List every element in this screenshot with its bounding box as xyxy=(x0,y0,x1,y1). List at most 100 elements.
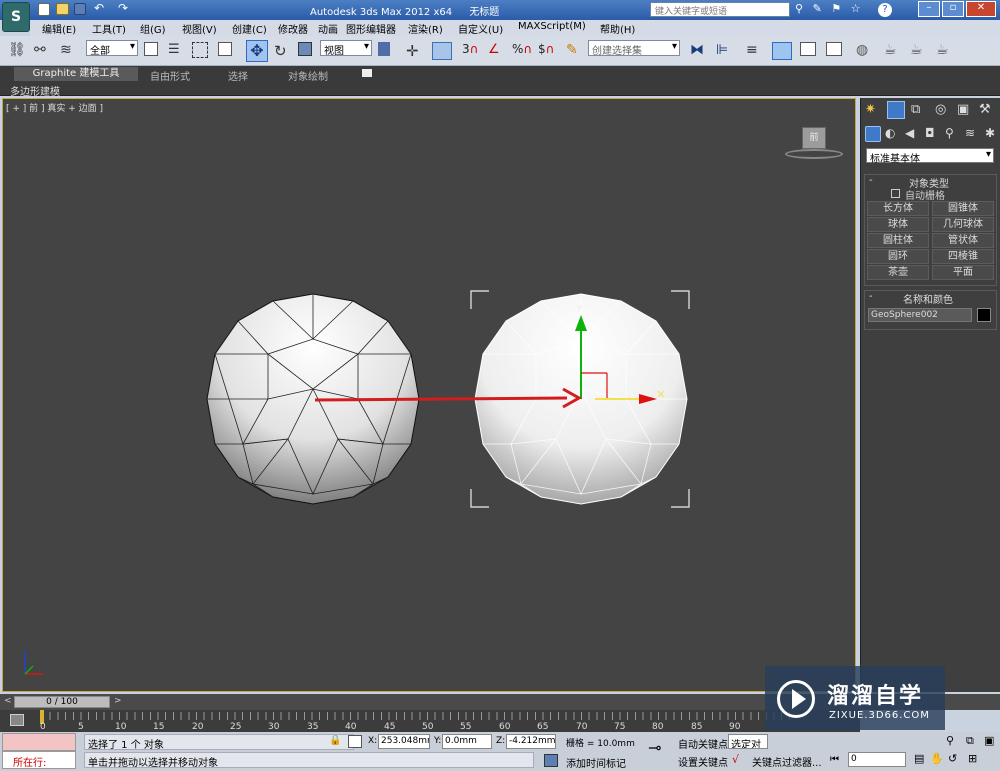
rectangular-selection-icon[interactable] xyxy=(192,42,208,58)
key-icon[interactable]: ⊸ xyxy=(648,738,661,757)
unlink-icon[interactable]: ⚯ xyxy=(34,42,52,60)
x-coordinate-field[interactable]: 253.048mr xyxy=(378,734,430,749)
menu-rendering[interactable]: 渲染(R) xyxy=(408,21,443,36)
lights-icon[interactable]: ◀ xyxy=(905,126,914,140)
search-input[interactable]: 键入关键字或短语 xyxy=(655,4,727,17)
select-by-name-icon[interactable]: ☰ xyxy=(168,42,186,60)
angle-snap-icon[interactable]: ∠ xyxy=(488,42,506,60)
menu-views[interactable]: 视图(V) xyxy=(182,21,217,36)
ribbon-tab-selection[interactable]: 选择 xyxy=(228,68,248,83)
ribbon-tab-freeform[interactable]: 自由形式 xyxy=(150,68,190,83)
geosphere-button[interactable]: 几何球体 xyxy=(932,217,994,232)
key-filters-button[interactable]: 关键点过滤器... xyxy=(752,754,822,769)
select-move-icon[interactable]: ✥ xyxy=(246,40,268,62)
name-color-title[interactable]: 名称和颜色 xyxy=(903,291,953,306)
mirror-icon[interactable]: ⧓ xyxy=(690,42,708,60)
ribbon-tab-object-paint[interactable]: 对象绘制 xyxy=(288,68,328,83)
zoom-icon[interactable]: ⚲ xyxy=(946,734,954,747)
schematic-view-icon[interactable] xyxy=(826,42,842,56)
undo-icon[interactable]: ↶ xyxy=(94,1,104,15)
link-icon[interactable]: ⛓ xyxy=(8,42,26,60)
add-time-tag-icon[interactable] xyxy=(544,754,558,767)
add-time-tag[interactable]: 添加时间标记 xyxy=(566,755,626,770)
cone-button[interactable]: 圆锥体 xyxy=(932,201,994,216)
modify-tab-icon[interactable] xyxy=(887,101,905,119)
current-frame-field[interactable]: 0 xyxy=(848,752,906,767)
rollout-collapse-icon[interactable]: - xyxy=(869,291,873,302)
app-logo[interactable]: S xyxy=(2,2,30,32)
edit-named-selection-icon[interactable]: ✎ xyxy=(566,42,584,60)
menu-graph-editors[interactable]: 图形编辑器 xyxy=(346,21,396,36)
zoom-all-icon[interactable]: ⧉ xyxy=(966,734,974,748)
menu-edit[interactable]: 编辑(E) xyxy=(42,21,76,36)
maximize-viewport-icon[interactable]: ⊞ xyxy=(968,752,977,765)
minimize-button[interactable]: – xyxy=(918,1,940,17)
select-rotate-icon[interactable]: ↻ xyxy=(274,42,292,60)
object-category-dropdown[interactable]: 标准基本体 ▾ xyxy=(866,148,994,165)
menu-tools[interactable]: 工具(T) xyxy=(92,21,126,36)
menu-animation[interactable]: 动画 xyxy=(318,21,338,36)
sphere-button[interactable]: 球体 xyxy=(867,217,929,232)
field-of-view-icon[interactable]: ▤ xyxy=(914,752,924,765)
select-manipulate-icon[interactable]: ✛ xyxy=(406,42,424,60)
time-slider-next[interactable]: > xyxy=(114,696,122,706)
mini-curve-editor-icon[interactable] xyxy=(10,714,24,726)
help-icon[interactable]: ? xyxy=(878,3,892,17)
menu-maxscript[interactable]: MAXScript(M) xyxy=(518,21,586,32)
create-tab-icon[interactable]: ✷ xyxy=(865,102,876,117)
z-coordinate-field[interactable]: -4.212mm xyxy=(506,734,556,749)
shapes-icon[interactable]: ◐ xyxy=(885,126,895,140)
cylinder-button[interactable]: 圆柱体 xyxy=(867,233,929,248)
menu-create[interactable]: 创建(C) xyxy=(232,21,267,36)
render-production-icon[interactable]: ☕ xyxy=(936,42,954,60)
hierarchy-tab-icon[interactable]: ⧉ xyxy=(911,102,920,117)
select-object-icon[interactable] xyxy=(144,42,158,56)
select-scale-icon[interactable] xyxy=(298,42,312,56)
bind-space-warp-icon[interactable]: ≋ xyxy=(60,42,78,60)
viewport-front[interactable]: [ + ] 前 ] 真实 + 边面 ] 前 y xyxy=(2,98,856,692)
binoculars-icon[interactable]: ⚲ xyxy=(795,2,803,15)
pyramid-button[interactable]: 四棱锥 xyxy=(932,249,994,264)
rendered-frame-icon[interactable]: ☕ xyxy=(910,42,928,60)
lock-icon[interactable]: 🔒 xyxy=(329,735,341,746)
systems-icon[interactable]: ✱ xyxy=(985,126,995,140)
time-slider[interactable]: 0 / 100 xyxy=(14,696,110,708)
polygon-modeling-panel[interactable]: 多边形建模 xyxy=(10,83,60,98)
spinner-snap-icon[interactable]: $∩ xyxy=(538,42,556,60)
ribbon-tab-graphite[interactable]: Graphite 建模工具 xyxy=(14,67,138,81)
favorite-icon[interactable]: ☆ xyxy=(851,2,861,15)
render-setup-icon[interactable]: ☕ xyxy=(884,42,902,60)
plane-button[interactable]: 平面 xyxy=(932,265,994,280)
teapot-button[interactable]: 茶壶 xyxy=(867,265,929,280)
keyboard-shortcut-icon[interactable] xyxy=(432,42,452,60)
snaps-toggle-icon[interactable]: 3∩ xyxy=(462,42,480,60)
track-ruler[interactable]: 0 5 10 15 20 25 30 35 40 45 50 55 60 65 … xyxy=(40,710,792,732)
display-tab-icon[interactable]: ▣ xyxy=(957,102,969,117)
torus-button[interactable]: 圆环 xyxy=(867,249,929,264)
object-color-swatch[interactable] xyxy=(977,308,991,322)
graphite-toggle-icon[interactable] xyxy=(772,42,792,60)
maxscript-mini[interactable]: 所在行: xyxy=(2,751,76,769)
subscription-icon[interactable]: ⚑ xyxy=(831,2,841,15)
pivot-center-icon[interactable] xyxy=(378,42,390,56)
align-icon[interactable]: ⊫ xyxy=(716,42,734,60)
save-icon[interactable] xyxy=(74,3,86,15)
object-name-field[interactable]: GeoSphere002 xyxy=(868,308,972,322)
reference-coordinate-dropdown[interactable]: 视图 xyxy=(320,40,372,57)
pan-icon[interactable]: ✋ xyxy=(930,752,944,765)
window-crossing-icon[interactable] xyxy=(218,42,232,56)
named-selection-set-dropdown[interactable]: 创建选择集 xyxy=(588,40,680,57)
curve-editor-icon[interactable] xyxy=(800,42,816,56)
motion-tab-icon[interactable]: ◎ xyxy=(935,102,946,117)
ribbon-options-icon[interactable] xyxy=(362,69,372,77)
absolute-mode-icon[interactable] xyxy=(348,735,362,748)
tools-icon[interactable]: ✎ xyxy=(813,2,822,15)
geometry-icon[interactable] xyxy=(865,126,881,142)
go-to-start-icon[interactable]: ⏮ xyxy=(830,754,839,765)
search-box[interactable]: 键入关键字或短语 xyxy=(650,2,790,17)
menu-help[interactable]: 帮助(H) xyxy=(600,21,635,36)
selected-object-field[interactable]: 选定对象 xyxy=(728,734,768,749)
percent-snap-icon[interactable]: %∩ xyxy=(512,42,532,60)
time-slider-prev[interactable]: < xyxy=(4,696,12,706)
selection-filter-dropdown[interactable]: 全部 xyxy=(86,40,138,57)
